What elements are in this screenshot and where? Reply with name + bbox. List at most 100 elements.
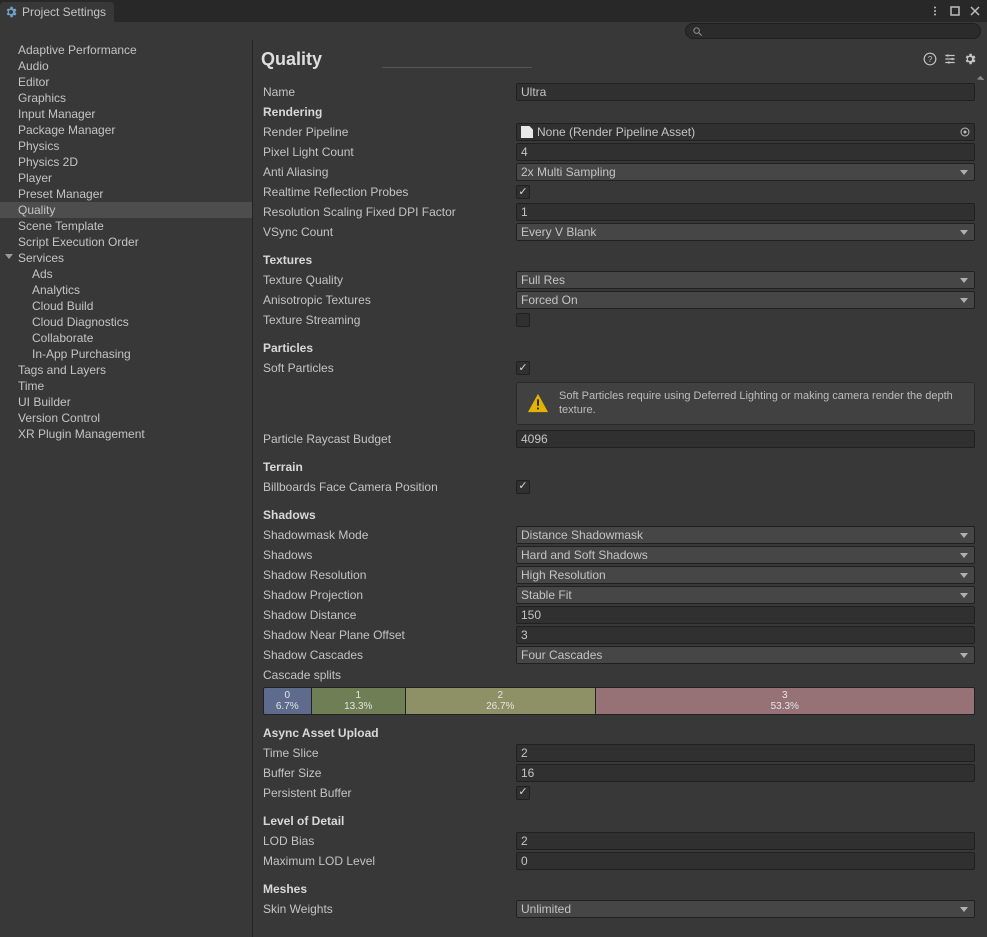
texture-quality-label: Texture Quality	[263, 273, 516, 287]
particle-raycast-input[interactable]: 4096	[516, 430, 975, 448]
vsync-dropdown[interactable]: Every V Blank	[516, 223, 975, 241]
shadow-proj-label: Shadow Projection	[263, 588, 516, 602]
search-icon	[692, 26, 703, 37]
settings-sidebar: Adaptive PerformanceAudioEditorGraphicsI…	[0, 40, 253, 937]
settings-icon[interactable]	[961, 50, 979, 68]
object-picker-icon[interactable]	[958, 125, 972, 139]
sidebar-item-in-app-purchasing[interactable]: In-App Purchasing	[0, 346, 252, 362]
sidebar-item-editor[interactable]: Editor	[0, 74, 252, 90]
vsync-label: VSync Count	[263, 225, 516, 239]
sidebar-item-graphics[interactable]: Graphics	[0, 90, 252, 106]
sidebar-item-player[interactable]: Player	[0, 170, 252, 186]
skin-weights-label: Skin Weights	[263, 902, 516, 916]
presets-icon[interactable]	[941, 50, 959, 68]
shadows-dropdown[interactable]: Hard and Soft Shadows	[516, 546, 975, 564]
sidebar-item-time[interactable]: Time	[0, 378, 252, 394]
lod-section: Level of Detail	[263, 814, 516, 828]
cascade-segment-1[interactable]: 113.3%	[312, 688, 406, 714]
name-label: Name	[263, 85, 516, 99]
sidebar-item-xr-plugin-management[interactable]: XR Plugin Management	[0, 426, 252, 442]
shadows-section: Shadows	[263, 508, 516, 522]
buffer-size-label: Buffer Size	[263, 766, 516, 780]
sidebar-item-ui-builder[interactable]: UI Builder	[0, 394, 252, 410]
sidebar-item-cloud-build[interactable]: Cloud Build	[0, 298, 252, 314]
shadow-cascades-dropdown[interactable]: Four Cascades	[516, 646, 975, 664]
particle-raycast-label: Particle Raycast Budget	[263, 432, 516, 446]
texture-quality-dropdown[interactable]: Full Res	[516, 271, 975, 289]
shadow-proj-dropdown[interactable]: Stable Fit	[516, 586, 975, 604]
persistent-buffer-checkbox[interactable]	[516, 786, 530, 800]
persistent-buffer-label: Persistent Buffer	[263, 786, 516, 800]
shadow-dist-label: Shadow Distance	[263, 608, 516, 622]
time-slice-input[interactable]: 2	[516, 744, 975, 762]
sidebar-item-analytics[interactable]: Analytics	[0, 282, 252, 298]
sidebar-item-services[interactable]: Services	[0, 250, 252, 266]
pixel-light-input[interactable]: 4	[516, 143, 975, 161]
sidebar-item-tags-and-layers[interactable]: Tags and Layers	[0, 362, 252, 378]
soft-particles-checkbox[interactable]	[516, 361, 530, 375]
shadow-res-dropdown[interactable]: High Resolution	[516, 566, 975, 584]
realtime-reflection-checkbox[interactable]	[516, 185, 530, 199]
pixel-light-label: Pixel Light Count	[263, 145, 516, 159]
sidebar-item-scene-template[interactable]: Scene Template	[0, 218, 252, 234]
lod-bias-input[interactable]: 2	[516, 832, 975, 850]
warning-icon	[527, 392, 549, 414]
shadowmask-dropdown[interactable]: Distance Shadowmask	[516, 526, 975, 544]
billboards-label: Billboards Face Camera Position	[263, 480, 516, 494]
sidebar-item-cloud-diagnostics[interactable]: Cloud Diagnostics	[0, 314, 252, 330]
textures-section: Textures	[263, 253, 516, 267]
svg-text:?: ?	[928, 55, 933, 64]
asset-icon	[521, 126, 533, 138]
close-icon[interactable]	[967, 3, 983, 19]
anti-aliasing-dropdown[interactable]: 2x Multi Sampling	[516, 163, 975, 181]
search-input[interactable]	[685, 23, 981, 39]
res-scaling-input[interactable]: 1	[516, 203, 975, 221]
content-panel: Quality ? Name Ultra Rendering Render Pi…	[253, 40, 987, 937]
skin-weights-dropdown[interactable]: Unlimited	[516, 900, 975, 918]
content-header: Quality ?	[253, 40, 987, 74]
sidebar-item-physics[interactable]: Physics	[0, 138, 252, 154]
aniso-dropdown[interactable]: Forced On	[516, 291, 975, 309]
cascade-segment-2[interactable]: 226.7%	[406, 688, 596, 714]
soft-particles-warning: Soft Particles require using Deferred Li…	[516, 382, 975, 425]
soft-particles-label: Soft Particles	[263, 361, 516, 375]
sidebar-item-collaborate[interactable]: Collaborate	[0, 330, 252, 346]
billboards-checkbox[interactable]	[516, 480, 530, 494]
shadow-cascades-label: Shadow Cascades	[263, 648, 516, 662]
title-underline	[382, 67, 532, 68]
sidebar-item-preset-manager[interactable]: Preset Manager	[0, 186, 252, 202]
sidebar-item-quality[interactable]: Quality	[0, 202, 252, 218]
meshes-section: Meshes	[263, 882, 516, 896]
sidebar-item-package-manager[interactable]: Package Manager	[0, 122, 252, 138]
render-pipeline-field[interactable]: None (Render Pipeline Asset)	[516, 123, 975, 141]
realtime-reflection-label: Realtime Reflection Probes	[263, 185, 516, 199]
cascade-segment-0[interactable]: 06.7%	[264, 688, 312, 714]
shadow-near-input[interactable]: 3	[516, 626, 975, 644]
cascade-segment-3[interactable]: 353.3%	[596, 688, 974, 714]
sidebar-item-ads[interactable]: Ads	[0, 266, 252, 282]
maximize-icon[interactable]	[947, 3, 963, 19]
sidebar-item-audio[interactable]: Audio	[0, 58, 252, 74]
shadows-label: Shadows	[263, 548, 516, 562]
sidebar-item-script-execution-order[interactable]: Script Execution Order	[0, 234, 252, 250]
texture-streaming-checkbox[interactable]	[516, 313, 530, 327]
cascade-splits-label: Cascade splits	[263, 668, 516, 682]
cascade-splits-bar[interactable]: 06.7%113.3%226.7%353.3%	[263, 687, 975, 715]
sidebar-item-version-control[interactable]: Version Control	[0, 410, 252, 426]
buffer-size-input[interactable]: 16	[516, 764, 975, 782]
sidebar-item-input-manager[interactable]: Input Manager	[0, 106, 252, 122]
shadow-dist-input[interactable]: 150	[516, 606, 975, 624]
name-input[interactable]: Ultra	[516, 83, 975, 101]
kebab-icon[interactable]	[927, 3, 943, 19]
help-icon[interactable]: ?	[921, 50, 939, 68]
max-lod-label: Maximum LOD Level	[263, 854, 516, 868]
sidebar-item-physics-2d[interactable]: Physics 2D	[0, 154, 252, 170]
time-slice-label: Time Slice	[263, 746, 516, 760]
render-pipeline-label: Render Pipeline	[263, 125, 516, 139]
terrain-section: Terrain	[263, 460, 516, 474]
max-lod-input[interactable]: 0	[516, 852, 975, 870]
window-tab[interactable]: Project Settings	[0, 2, 114, 22]
window-controls	[927, 3, 987, 19]
sidebar-item-adaptive-performance[interactable]: Adaptive Performance	[0, 42, 252, 58]
particles-section: Particles	[263, 341, 516, 355]
